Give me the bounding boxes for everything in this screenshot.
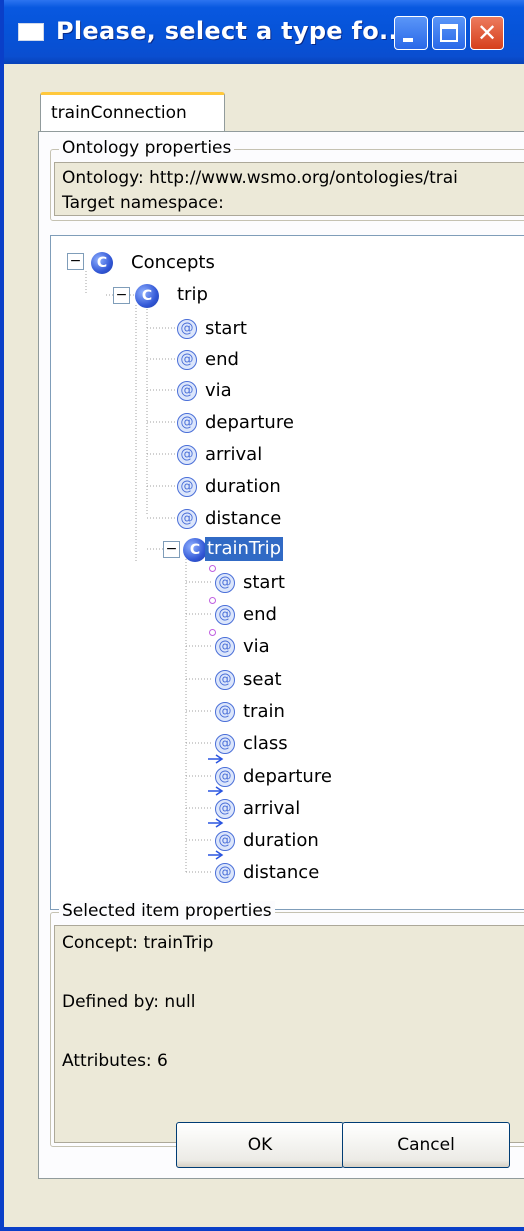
attribute-icon: @ xyxy=(215,734,235,754)
selected-defined-by: Defined by: null xyxy=(62,992,196,1012)
close-button[interactable]: ✕ xyxy=(470,16,504,50)
tree-node-traintrip-distance[interactable]: distance xyxy=(243,861,319,885)
tree-node-traintrip-train[interactable]: train xyxy=(243,700,285,724)
cancel-button[interactable]: Cancel xyxy=(342,1122,510,1168)
maximize-icon xyxy=(440,24,458,42)
tree-node-traintrip-class[interactable]: class xyxy=(243,732,288,756)
attribute-icon: @ xyxy=(215,767,235,787)
title-bar[interactable]: Please, select a type fo... ✕ xyxy=(4,0,524,64)
dialog-window: Please, select a type fo... ✕ trainConne… xyxy=(0,0,524,1231)
concept-tree[interactable]: − C Concepts − Ctrip @ start @ end @ via @ departure… xyxy=(50,235,524,910)
selected-item-properties-panel xyxy=(54,925,524,1143)
tree-node-traintrip-start[interactable]: start xyxy=(243,571,285,595)
tree-node-trip-via[interactable]: via xyxy=(205,379,232,403)
trip-expander[interactable]: − xyxy=(113,287,130,304)
maximize-button[interactable] xyxy=(432,16,466,50)
target-namespace: Target namespace: xyxy=(62,193,224,213)
attribute-icon: @ xyxy=(215,605,235,625)
window-icon xyxy=(18,23,44,41)
override-arrow-icon xyxy=(208,754,224,764)
inherited-marker-icon xyxy=(209,565,216,572)
concept-icon: C xyxy=(135,284,159,308)
override-arrow-icon xyxy=(208,818,224,828)
concept-icon: C xyxy=(183,538,207,562)
close-icon: ✕ xyxy=(476,19,498,47)
attribute-icon: @ xyxy=(177,509,197,529)
ontology-iri: Ontology: http://www.wsmo.org/ontologies… xyxy=(62,168,458,188)
concepts-expander[interactable]: − xyxy=(67,253,84,270)
tree-node-trip-distance[interactable]: distance xyxy=(205,507,281,531)
attribute-icon: @ xyxy=(215,831,235,851)
tree-node-trip-departure[interactable]: departure xyxy=(205,411,294,435)
attribute-icon: @ xyxy=(215,702,235,722)
tree-node-concepts[interactable]: Concepts xyxy=(131,251,215,275)
attribute-icon: @ xyxy=(177,381,197,401)
selected-concept: Concept: trainTrip xyxy=(62,933,214,953)
tab-trainconnection[interactable]: trainConnection xyxy=(40,92,225,132)
attribute-icon: @ xyxy=(215,573,235,593)
attribute-icon: @ xyxy=(215,863,235,883)
tree-node-trip-end[interactable]: end xyxy=(205,348,239,372)
tree-node-traintrip-end[interactable]: end xyxy=(243,603,277,627)
attribute-icon: @ xyxy=(177,350,197,370)
tree-node-traintrip-seat[interactable]: seat xyxy=(243,668,282,692)
traintrip-expander[interactable]: − xyxy=(163,541,180,558)
selected-attributes: Attributes: 6 xyxy=(62,1051,168,1071)
tree-node-traintrip-via[interactable]: via xyxy=(243,635,270,659)
minimize-icon xyxy=(403,38,413,42)
tree-node-traintrip[interactable]: trainTrip xyxy=(205,537,284,561)
selected-item-properties-title: Selected item properties xyxy=(59,901,275,921)
tree-node-traintrip-duration[interactable]: duration xyxy=(243,829,319,853)
minimize-button[interactable] xyxy=(394,16,428,50)
tree-node-traintrip-arrival[interactable]: arrival xyxy=(243,797,300,821)
tree-node-traintrip-departure[interactable]: departure xyxy=(243,765,332,789)
attribute-icon: @ xyxy=(177,413,197,433)
inherited-marker-icon xyxy=(209,597,216,604)
attribute-icon: @ xyxy=(215,799,235,819)
window-title: Please, select a type fo... xyxy=(56,17,408,45)
attribute-icon: @ xyxy=(177,477,197,497)
override-arrow-icon xyxy=(208,850,224,860)
inherited-marker-icon xyxy=(209,629,216,636)
attribute-icon: @ xyxy=(215,670,235,690)
ok-button[interactable]: OK xyxy=(176,1122,344,1168)
concept-icon: C xyxy=(91,252,113,274)
attribute-icon: @ xyxy=(215,637,235,657)
tree-node-trip-start[interactable]: start xyxy=(205,317,247,341)
override-arrow-icon xyxy=(208,786,224,796)
attribute-icon: @ xyxy=(177,445,197,465)
ontology-properties-title: Ontology properties xyxy=(59,138,235,158)
tree-node-trip-arrival[interactable]: arrival xyxy=(205,443,262,467)
attribute-icon: @ xyxy=(177,319,197,339)
tree-node-trip[interactable]: trip xyxy=(177,283,208,307)
tree-node-trip-duration[interactable]: duration xyxy=(205,475,281,499)
